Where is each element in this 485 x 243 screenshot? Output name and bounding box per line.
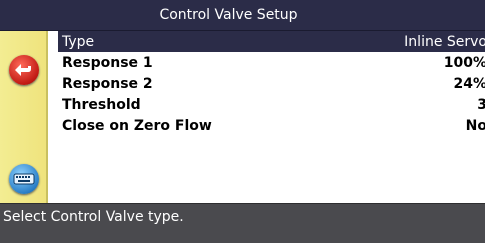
setting-label: Threshold [62,96,141,113]
setting-label: Close on Zero Flow [62,117,212,134]
sidebar [0,31,48,203]
setting-label: Response 2 [62,75,153,92]
title-bar: Control Valve Setup [0,0,485,31]
setting-value: 24% [453,75,485,92]
setting-value: 3 [477,96,485,113]
keypad-icon [13,173,35,185]
back-button[interactable] [9,55,39,85]
setting-row-response-2[interactable]: Response 2 24% [58,73,485,94]
setting-label: Type [62,33,95,50]
control-valve-setup-screen: Control Valve Setup Type Inline Servo Re… [0,0,485,243]
screen-title: Control Valve Setup [159,7,298,23]
setting-value: No [465,117,485,134]
setting-row-response-1[interactable]: Response 1 100% [58,52,485,73]
setting-value: Inline Servo [404,33,485,50]
status-bar: Select Control Valve type. [0,203,485,243]
setting-row-type[interactable]: Type Inline Servo [58,31,485,52]
status-message: Select Control Valve type. [3,209,184,225]
setting-label: Response 1 [62,54,153,71]
setting-value: 100% [443,54,485,71]
keypad-button[interactable] [9,164,39,194]
settings-list: Type Inline Servo Response 1 100% Respon… [58,31,485,203]
setting-row-close-on-zero-flow[interactable]: Close on Zero Flow No [58,115,485,136]
back-arrow-icon [15,64,31,76]
setting-row-threshold[interactable]: Threshold 3 [58,94,485,115]
